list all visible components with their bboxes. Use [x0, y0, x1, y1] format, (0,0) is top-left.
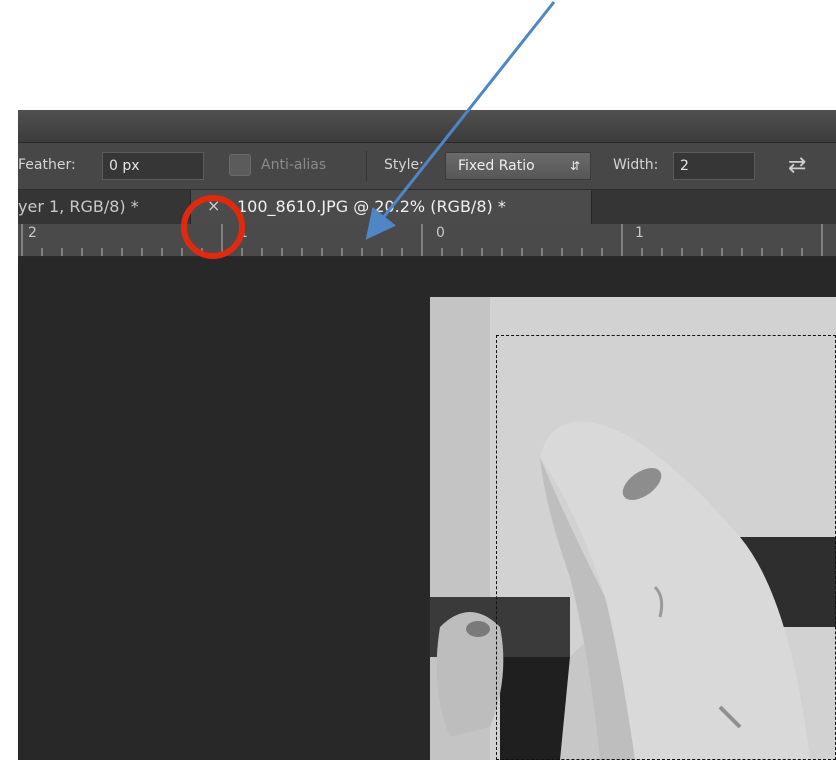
title-bar	[18, 110, 836, 143]
selection-marquee	[496, 335, 836, 760]
style-select-value: Fixed Ratio	[458, 158, 535, 174]
anti-alias-label: Anti-alias	[261, 157, 327, 173]
ruler-ticks	[21, 224, 823, 256]
feather-label: Feather:	[18, 157, 76, 173]
feather-input[interactable]: 0 px	[102, 152, 204, 180]
document-tab-bar: yer 1, RGB/8) * × 100_8610.JPG @ 20.2% (…	[18, 190, 836, 224]
tab-100-8610[interactable]: × 100_8610.JPG @ 20.2% (RGB/8) *	[190, 190, 592, 224]
horizontal-ruler: 2 1 0 1	[18, 224, 836, 257]
ruler-label: 1	[635, 225, 644, 241]
style-select[interactable]: Fixed Ratio ⇵	[445, 152, 591, 180]
style-label: Style:	[384, 157, 424, 173]
width-label: Width:	[613, 157, 659, 173]
tab-layer-1[interactable]: yer 1, RGB/8) *	[18, 190, 139, 224]
anti-alias-checkbox[interactable]	[229, 154, 251, 176]
up-down-arrows-icon: ⇵	[569, 159, 580, 173]
options-bar: Feather: 0 px Anti-alias Style: Fixed Ra…	[18, 143, 836, 190]
ruler-label: 0	[436, 225, 445, 241]
tab-label: yer 1, RGB/8) *	[18, 197, 139, 216]
separator	[366, 151, 367, 181]
annotation-circle	[181, 195, 245, 259]
ruler-label: 2	[28, 225, 37, 241]
tab-label: 100_8610.JPG @ 20.2% (RGB/8) *	[237, 197, 506, 216]
swap-arrows-icon[interactable]: ⇄	[788, 153, 806, 178]
width-input[interactable]: 2	[673, 152, 755, 180]
